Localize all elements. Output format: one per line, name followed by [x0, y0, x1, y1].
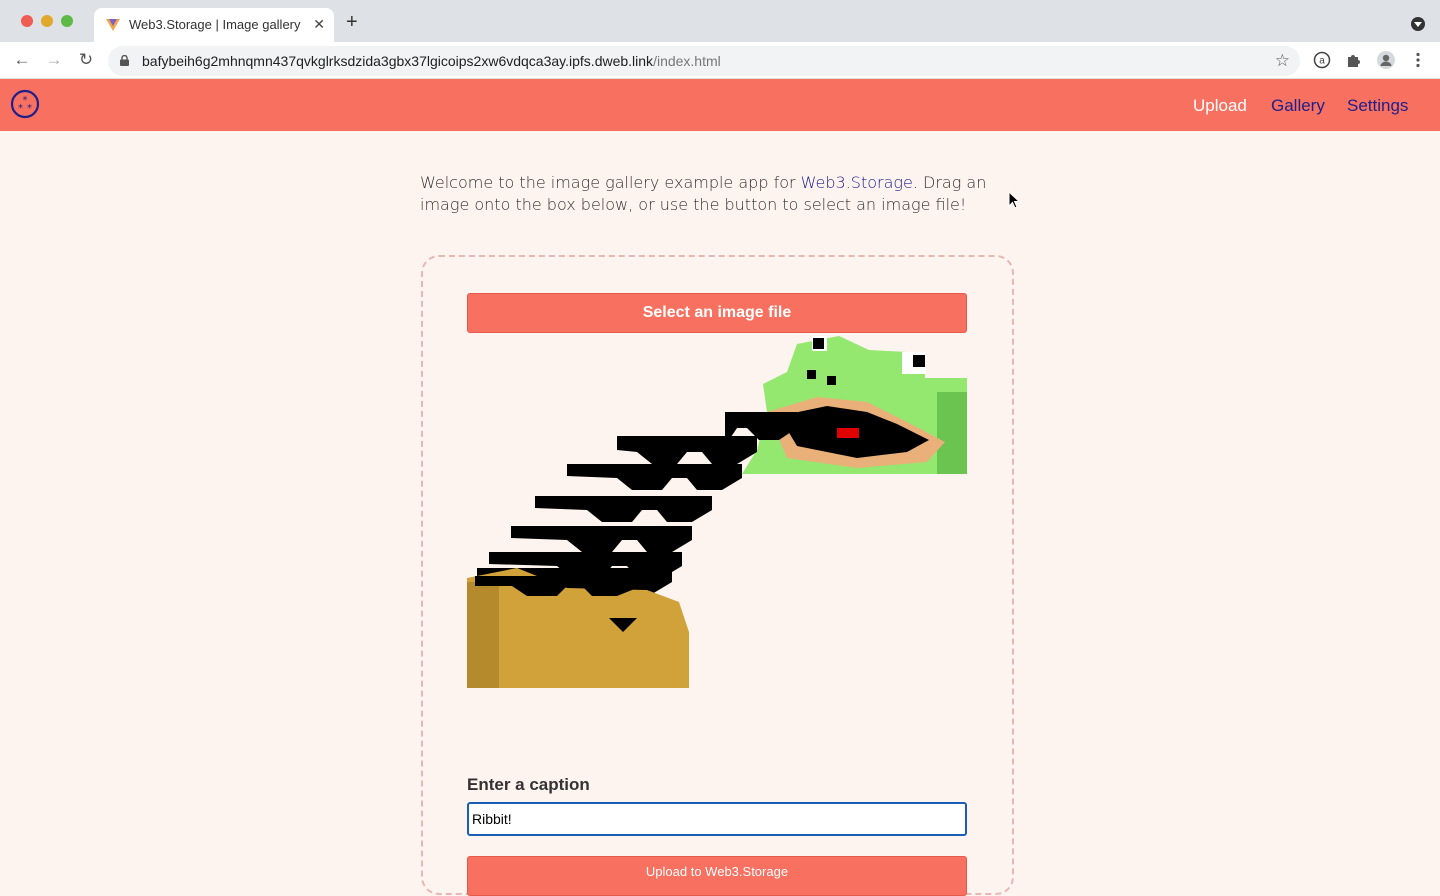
- svg-text:a: a: [1319, 56, 1325, 67]
- nav-gallery-link[interactable]: Gallery: [1271, 96, 1325, 116]
- image-preview: [467, 336, 967, 688]
- web3-favicon-icon: [106, 19, 120, 31]
- browser-tab[interactable]: Web3.Storage | Image gallery e ✕: [94, 8, 334, 42]
- app-header: * * * Upload Gallery Settings: [0, 79, 1440, 131]
- select-image-button[interactable]: Select an image file: [467, 293, 967, 333]
- url-path: /index.html: [653, 53, 721, 69]
- nav-upload-link[interactable]: Upload: [1193, 96, 1247, 116]
- window-close-button[interactable]: [21, 15, 33, 27]
- lock-icon: [120, 55, 129, 66]
- reload-icon[interactable]: ↻: [76, 50, 96, 70]
- browser-tab-bar: Web3.Storage | Image gallery e ✕ +: [0, 0, 1440, 42]
- back-icon[interactable]: ←: [12, 50, 32, 70]
- new-tab-icon[interactable]: +: [346, 12, 358, 32]
- upload-button[interactable]: Upload to Web3.Storage: [467, 856, 967, 896]
- web3-storage-link[interactable]: Web3.Storage: [801, 173, 913, 192]
- address-bar[interactable]: bafybeih6g2mhnqmn437qvkglrksdzida3gbx37l…: [108, 46, 1300, 76]
- tab-search-icon[interactable]: [1411, 17, 1425, 31]
- extensions-puzzle-icon[interactable]: [1345, 51, 1363, 69]
- intro-text: Welcome to the image gallery example app…: [420, 172, 1020, 216]
- window-minimize-button[interactable]: [41, 15, 53, 27]
- browser-menu-icon[interactable]: [1409, 51, 1427, 69]
- extension-a-icon[interactable]: a: [1313, 51, 1331, 69]
- sunglasses-trail: [477, 412, 797, 594]
- intro-text-start: Welcome to the image gallery example app…: [420, 173, 801, 192]
- tab-close-icon[interactable]: ✕: [313, 16, 325, 32]
- url-host: bafybeih6g2mhnqmn437qvkglrksdzida3gbx37l…: [142, 53, 654, 69]
- tab-title: Web3.Storage | Image gallery e: [129, 17, 304, 32]
- mouse-cursor-icon: [1008, 191, 1020, 209]
- browser-toolbar: ← → ↻ bafybeih6g2mhnqmn437qvkglrksdzida3…: [0, 42, 1440, 79]
- window-maximize-button[interactable]: [61, 15, 73, 27]
- url-text: bafybeih6g2mhnqmn437qvkglrksdzida3gbx37l…: [142, 53, 721, 69]
- caption-label: Enter a caption: [467, 775, 590, 794]
- caption-input[interactable]: [467, 802, 967, 836]
- bookmark-star-icon[interactable]: ☆: [1275, 51, 1290, 71]
- profile-avatar-icon[interactable]: [1377, 51, 1395, 69]
- forward-icon[interactable]: →: [44, 50, 64, 70]
- svg-text:*: *: [27, 103, 32, 114]
- svg-text:*: *: [18, 103, 23, 114]
- nav-settings-link[interactable]: Settings: [1347, 96, 1408, 116]
- frog-image: [742, 336, 967, 474]
- web3-storage-logo-icon[interactable]: * * *: [10, 89, 40, 119]
